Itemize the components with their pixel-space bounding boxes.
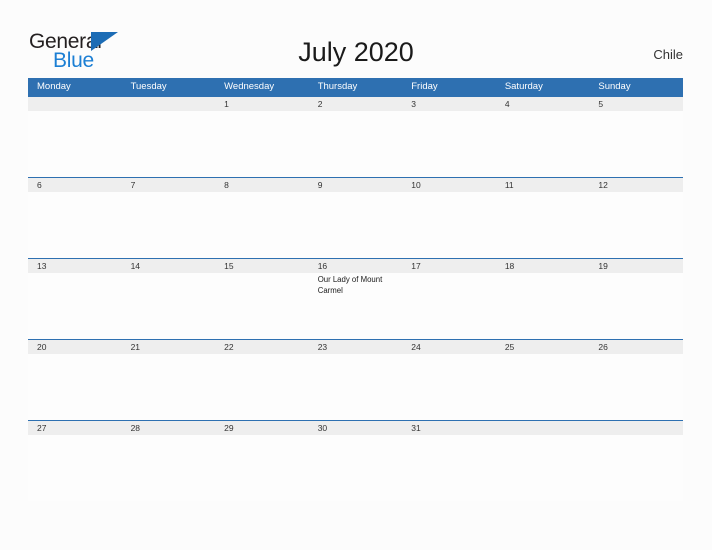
day-number[interactable]: 4 bbox=[496, 97, 590, 111]
day-number[interactable]: 20 bbox=[28, 340, 122, 354]
day-number[interactable]: 2 bbox=[309, 97, 403, 111]
week-content-strip bbox=[28, 354, 683, 420]
weekday-header-sunday: Sunday bbox=[598, 81, 631, 92]
weekday-header-thursday: Thursday bbox=[317, 81, 358, 92]
day-number[interactable]: 19 bbox=[589, 259, 683, 273]
day-cell[interactable] bbox=[589, 354, 683, 420]
day-number[interactable] bbox=[28, 97, 122, 111]
weekday-header-wednesday: Wednesday bbox=[224, 81, 275, 92]
day-number[interactable]: 28 bbox=[122, 421, 216, 435]
region-label: Chile bbox=[653, 47, 683, 62]
day-cell[interactable] bbox=[28, 354, 122, 420]
day-number[interactable]: 30 bbox=[309, 421, 403, 435]
day-cell[interactable] bbox=[309, 111, 403, 177]
day-number[interactable] bbox=[589, 421, 683, 435]
week-content-strip bbox=[28, 435, 683, 501]
day-number[interactable]: 5 bbox=[589, 97, 683, 111]
day-cell[interactable] bbox=[215, 273, 309, 339]
week-date-strip: 20 21 22 23 24 25 26 bbox=[28, 340, 683, 354]
day-cell[interactable] bbox=[496, 273, 590, 339]
day-cell[interactable] bbox=[122, 192, 216, 258]
day-number[interactable]: 7 bbox=[122, 178, 216, 192]
day-cell[interactable] bbox=[589, 273, 683, 339]
day-number[interactable]: 3 bbox=[402, 97, 496, 111]
day-cell[interactable] bbox=[122, 435, 216, 501]
day-number[interactable]: 12 bbox=[589, 178, 683, 192]
day-number[interactable]: 18 bbox=[496, 259, 590, 273]
day-number[interactable]: 25 bbox=[496, 340, 590, 354]
day-number[interactable]: 29 bbox=[215, 421, 309, 435]
top-bar: General Blue July 2020 Chile bbox=[0, 0, 712, 78]
day-number[interactable]: 9 bbox=[309, 178, 403, 192]
day-cell-holiday[interactable]: Our Lady of Mount Carmel bbox=[309, 273, 403, 339]
day-number[interactable]: 26 bbox=[589, 340, 683, 354]
weekday-header-saturday: Saturday bbox=[504, 81, 543, 92]
week-row: 27 28 29 30 31 bbox=[28, 420, 683, 501]
page-title: July 2020 bbox=[298, 37, 414, 67]
week-content-strip: Our Lady of Mount Carmel bbox=[28, 273, 683, 339]
day-cell[interactable] bbox=[496, 354, 590, 420]
day-cell[interactable] bbox=[215, 111, 309, 177]
day-cell[interactable] bbox=[28, 192, 122, 258]
day-number[interactable]: 31 bbox=[402, 421, 496, 435]
day-cell[interactable] bbox=[402, 273, 496, 339]
day-cell[interactable] bbox=[309, 435, 403, 501]
week-date-strip: 6 7 8 9 10 11 12 bbox=[28, 178, 683, 192]
day-number[interactable] bbox=[122, 97, 216, 111]
day-number[interactable]: 10 bbox=[402, 178, 496, 192]
day-cell[interactable] bbox=[122, 354, 216, 420]
day-number[interactable]: 23 bbox=[309, 340, 403, 354]
day-cell[interactable] bbox=[28, 111, 122, 177]
day-number[interactable]: 24 bbox=[402, 340, 496, 354]
calendar-grid: Monday Tuesday Wednesday Thursday Friday… bbox=[28, 78, 683, 501]
day-cell[interactable] bbox=[122, 111, 216, 177]
day-cell[interactable] bbox=[589, 435, 683, 501]
weekday-header-tuesday: Tuesday bbox=[130, 81, 167, 92]
day-number[interactable]: 11 bbox=[496, 178, 590, 192]
day-number[interactable]: 6 bbox=[28, 178, 122, 192]
day-cell[interactable] bbox=[309, 192, 403, 258]
day-cell[interactable] bbox=[215, 192, 309, 258]
week-date-strip: 13 14 15 16 17 18 19 bbox=[28, 259, 683, 273]
day-cell[interactable] bbox=[402, 111, 496, 177]
weekday-header-friday: Friday bbox=[411, 81, 438, 92]
day-number[interactable] bbox=[496, 421, 590, 435]
week-row: 6 7 8 9 10 11 12 bbox=[28, 177, 683, 258]
day-number[interactable]: 22 bbox=[215, 340, 309, 354]
day-cell[interactable] bbox=[402, 435, 496, 501]
weekday-header-row: Monday Tuesday Wednesday Thursday Friday… bbox=[28, 78, 683, 96]
day-number[interactable]: 13 bbox=[28, 259, 122, 273]
day-cell[interactable] bbox=[215, 435, 309, 501]
day-cell[interactable] bbox=[496, 435, 590, 501]
weekday-header-monday: Monday bbox=[37, 81, 71, 92]
day-cell[interactable] bbox=[496, 111, 590, 177]
day-cell[interactable] bbox=[496, 192, 590, 258]
week-content-strip bbox=[28, 111, 683, 177]
day-number[interactable]: 14 bbox=[122, 259, 216, 273]
week-date-strip: 27 28 29 30 31 bbox=[28, 421, 683, 435]
day-cell[interactable] bbox=[215, 354, 309, 420]
day-cell[interactable] bbox=[402, 192, 496, 258]
day-cell[interactable] bbox=[589, 111, 683, 177]
day-number[interactable]: 21 bbox=[122, 340, 216, 354]
week-row: 20 21 22 23 24 25 26 bbox=[28, 339, 683, 420]
day-cell[interactable] bbox=[589, 192, 683, 258]
day-cell[interactable] bbox=[28, 435, 122, 501]
day-number[interactable]: 27 bbox=[28, 421, 122, 435]
day-cell[interactable] bbox=[309, 354, 403, 420]
day-number[interactable]: 15 bbox=[215, 259, 309, 273]
day-number[interactable]: 17 bbox=[402, 259, 496, 273]
week-row: 1 2 3 4 5 bbox=[28, 96, 683, 177]
day-cell[interactable] bbox=[28, 273, 122, 339]
day-number[interactable]: 8 bbox=[215, 178, 309, 192]
day-number[interactable]: 1 bbox=[215, 97, 309, 111]
week-row: 13 14 15 16 17 18 19 Our Lady of Mount C… bbox=[28, 258, 683, 339]
week-date-strip: 1 2 3 4 5 bbox=[28, 97, 683, 111]
day-cell[interactable] bbox=[122, 273, 216, 339]
day-cell[interactable] bbox=[402, 354, 496, 420]
week-content-strip bbox=[28, 192, 683, 258]
day-event-text: Our Lady of Mount Carmel bbox=[317, 275, 383, 295]
day-number[interactable]: 16 bbox=[309, 259, 403, 273]
